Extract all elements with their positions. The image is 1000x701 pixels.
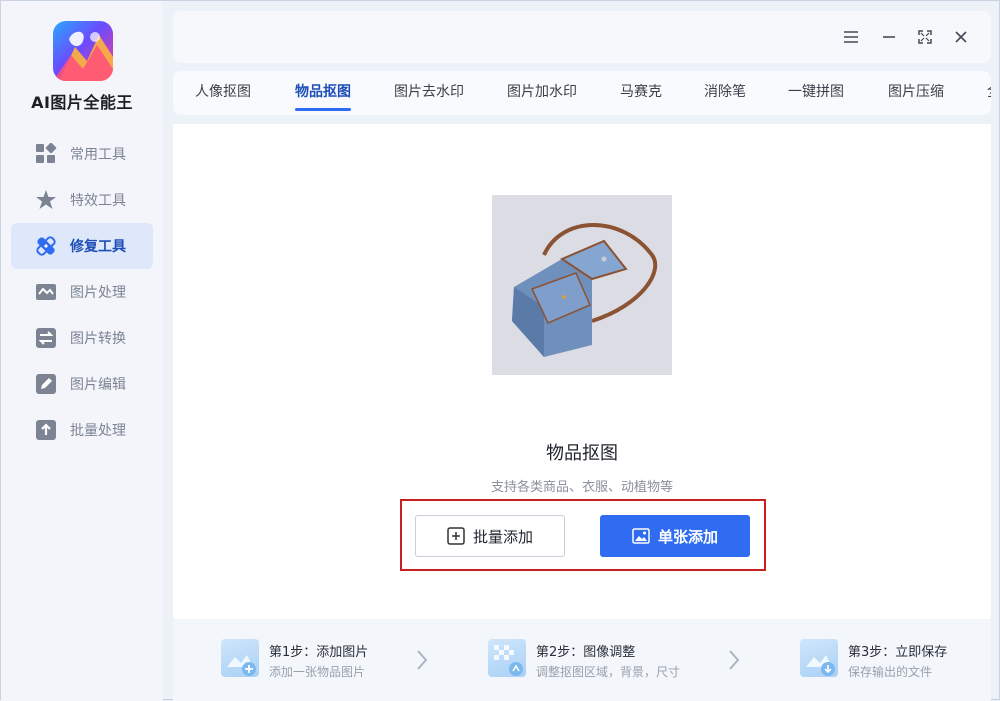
adjust-image-step-icon (488, 639, 526, 677)
sidebar-item-image-convert[interactable]: 图片转换 (11, 315, 153, 361)
sidebar-item-label: 常用工具 (70, 147, 126, 163)
feature-title: 物品抠图 (546, 443, 618, 464)
app-title: AI图片全能王 (31, 93, 133, 112)
step-title: 第1步：添加图片 (269, 645, 369, 660)
tab-mosaic[interactable]: 马赛克 (606, 71, 676, 115)
sidebar-item-image-edit[interactable]: 图片编辑 (11, 361, 153, 407)
step-title: 第3步：立即保存 (848, 645, 948, 660)
add-image-step-icon (221, 639, 259, 677)
chevron-right-icon (417, 650, 428, 670)
chevron-right-icon (729, 650, 740, 670)
fullscreen-icon[interactable] (913, 25, 937, 49)
example-image (492, 195, 672, 375)
tool-tabs: 人像抠图 物品抠图 图片去水印 图片加水印 马赛克 消除笔 一键拼图 图片压缩 … (173, 71, 991, 115)
tab-object-cutout[interactable]: 物品抠图 (281, 71, 365, 115)
sidebar-item-batch-processing[interactable]: 批量处理 (11, 407, 153, 453)
sidebar-item-repair-tools[interactable]: 修复工具 (11, 223, 153, 269)
convert-icon (35, 327, 57, 349)
upload-icon (35, 419, 57, 441)
menu-icon[interactable] (839, 25, 863, 49)
image-wave-icon (35, 281, 57, 303)
app-logo (53, 21, 113, 81)
sidebar: AI图片全能王 常用工具 特效工具 修复工具 图片处理 图片转换 图片编辑 批量… (1, 1, 163, 701)
main-panel: 物品抠图 支持各类商品、衣服、动植物等 批量添加 单张添加 (173, 124, 991, 619)
step-title: 第2步：图像调整 (536, 645, 636, 660)
sidebar-item-common-tools[interactable]: 常用工具 (11, 131, 153, 177)
tab-collage[interactable]: 一键拼图 (774, 71, 858, 115)
step-desc: 调整抠图区域，背景，尺寸 (536, 665, 681, 679)
bag-illustration (492, 195, 672, 375)
steps-bar: 第1步：添加图片 添加一张物品图片 第2步：图像调整 调整抠图区域，背景，尺寸 … (173, 619, 991, 701)
sidebar-item-label: 特效工具 (70, 193, 126, 209)
tab-remove-watermark[interactable]: 图片去水印 (380, 71, 478, 115)
sidebar-item-label: 修复工具 (70, 239, 126, 255)
grid-icon (35, 143, 57, 165)
batch-add-button[interactable]: 批量添加 (415, 515, 565, 557)
tab-add-watermark[interactable]: 图片加水印 (493, 71, 591, 115)
step-desc: 保存输出的文件 (848, 665, 933, 679)
star-icon (35, 189, 57, 211)
sidebar-item-label: 批量处理 (70, 423, 126, 439)
minimize-icon[interactable] (877, 25, 901, 49)
save-step-icon (800, 639, 838, 677)
close-icon[interactable] (949, 25, 973, 49)
batch-add-label: 批量添加 (472, 527, 533, 546)
plus-square-icon (447, 527, 465, 545)
sidebar-item-label: 图片编辑 (70, 377, 126, 393)
step-desc: 添加一张物品图片 (269, 665, 366, 679)
sidebar-item-effect-tools[interactable]: 特效工具 (11, 177, 153, 223)
tab-image-compress[interactable]: 图片压缩 (874, 71, 958, 115)
single-add-label: 单张添加 (657, 527, 718, 546)
sidebar-item-label: 图片处理 (70, 285, 126, 301)
app-window: AI图片全能王 常用工具 特效工具 修复工具 图片处理 图片转换 图片编辑 批量… (0, 0, 1000, 701)
sidebar-item-image-processing[interactable]: 图片处理 (11, 269, 153, 315)
image-icon (632, 527, 650, 545)
sidebar-nav: 常用工具 特效工具 修复工具 图片处理 图片转换 图片编辑 批量处理 (11, 131, 153, 453)
single-add-button[interactable]: 单张添加 (600, 515, 750, 557)
edit-icon (35, 373, 57, 395)
feature-subtitle: 支持各类商品、衣服、动植物等 (490, 480, 673, 495)
title-bar (173, 11, 991, 63)
tab-eraser-pen[interactable]: 消除笔 (690, 71, 760, 115)
tab-more[interactable]: 全 (973, 71, 991, 115)
sidebar-item-label: 图片转换 (70, 331, 126, 347)
bandage-icon (35, 235, 57, 257)
tab-portrait-cutout[interactable]: 人像抠图 (181, 71, 265, 115)
